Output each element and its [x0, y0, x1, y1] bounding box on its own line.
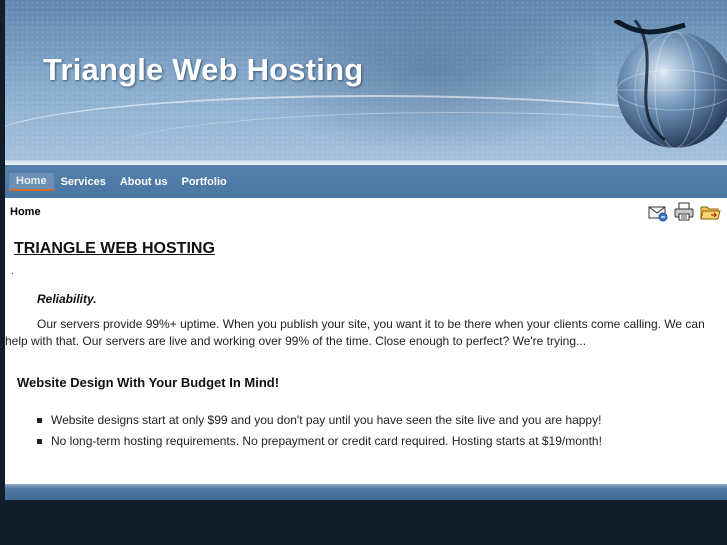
- nav-about-us[interactable]: About us: [113, 174, 175, 190]
- list-item: No long-term hosting requirements. No pr…: [37, 431, 602, 452]
- breadcrumb: Home: [10, 206, 41, 218]
- nav-services[interactable]: Services: [54, 174, 113, 190]
- footer-bar: [5, 484, 727, 500]
- email-icon[interactable]: [647, 202, 669, 222]
- folder-icon[interactable]: [699, 202, 721, 222]
- page: Triangle Web Hosting Home Services About…: [5, 0, 727, 500]
- main-nav: Home Services About us Portfolio: [5, 165, 727, 198]
- print-icon[interactable]: [673, 202, 695, 222]
- list-item: Website designs start at only $99 and yo…: [37, 410, 602, 431]
- nav-home[interactable]: Home: [9, 172, 54, 191]
- site-title: Triangle Web Hosting: [43, 52, 364, 87]
- feature-list: Website designs start at only $99 and yo…: [37, 410, 602, 452]
- globe-icon: [605, 17, 727, 165]
- stray-dot: .: [11, 266, 14, 277]
- header-banner: Triangle Web Hosting: [5, 0, 727, 165]
- page-toolbar: [647, 202, 721, 222]
- reliability-line-1: Our servers provide 99%+ uptime. When yo…: [37, 317, 705, 331]
- budget-heading: Website Design With Your Budget In Mind!: [17, 375, 280, 390]
- reliability-line-2: help with that. Our servers are live and…: [5, 334, 587, 348]
- nav-portfolio[interactable]: Portfolio: [175, 174, 234, 190]
- page-heading: TRIANGLE WEB HOSTING: [14, 240, 215, 257]
- reliability-text: Our servers provide 99%+ uptime. When yo…: [5, 316, 727, 350]
- reliability-title: Reliability.: [37, 292, 97, 306]
